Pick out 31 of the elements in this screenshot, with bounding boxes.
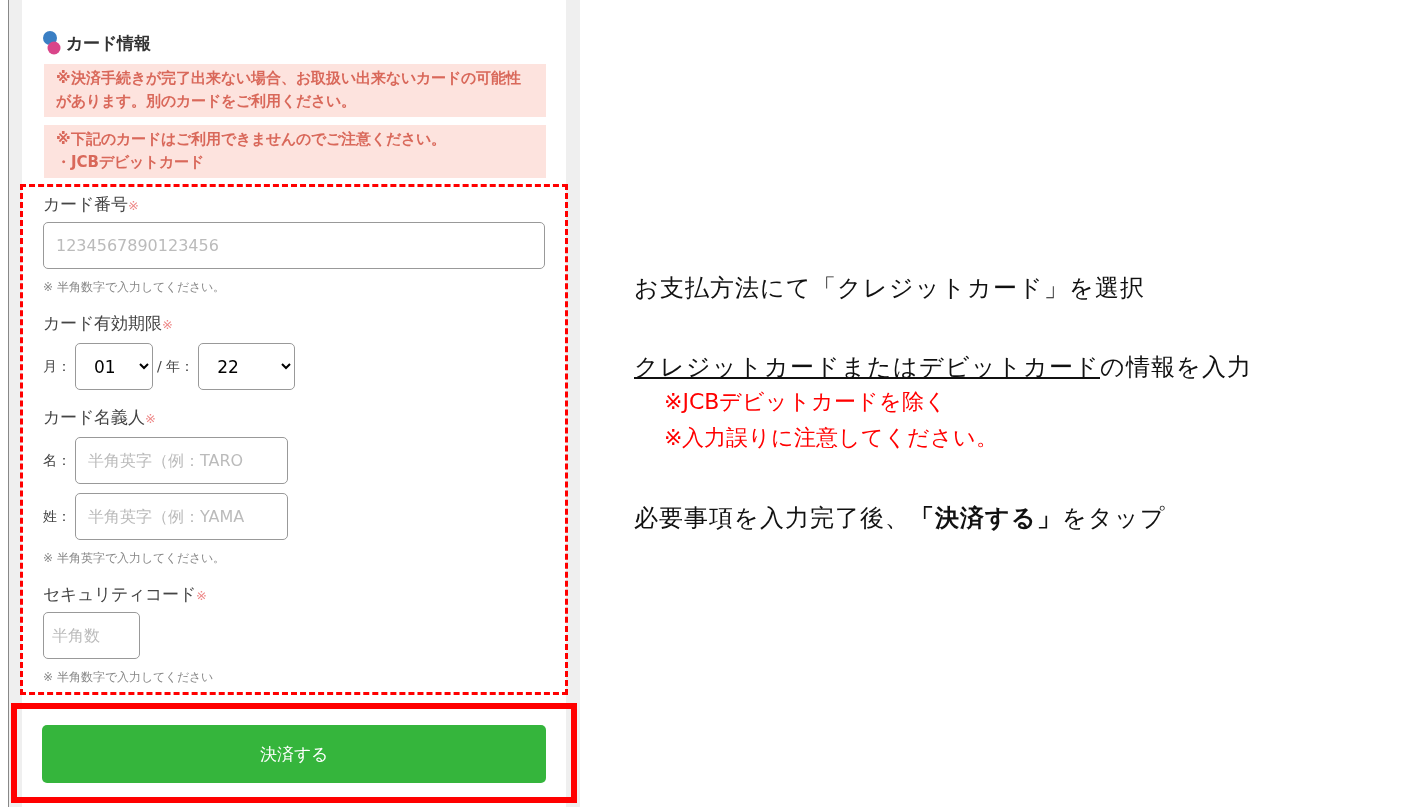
first-name-field[interactable]: 半角英字（例：TARO bbox=[75, 437, 288, 484]
required-mark: ※ bbox=[145, 411, 156, 426]
instruction-text: 必要事項を入力完了後、「決済する」をタップ bbox=[634, 504, 1166, 532]
last-name-label: 姓： bbox=[43, 507, 71, 526]
year-select[interactable]: 22 bbox=[198, 343, 296, 390]
month-select[interactable]: 01 bbox=[75, 343, 153, 390]
dots-icon bbox=[42, 30, 62, 56]
caution-note: ※入力誤りに注意してください。 bbox=[663, 424, 1000, 452]
field-label: セキュリティコード bbox=[43, 584, 196, 604]
field-label: カード有効期限 bbox=[43, 313, 162, 333]
first-name-label: 名： bbox=[43, 451, 71, 470]
warning-text: ・JCBデビットカード bbox=[56, 152, 206, 173]
last-name-field[interactable]: 半角英字（例：YAMA bbox=[75, 493, 288, 540]
card-number-field[interactable]: 1234567890123456 bbox=[43, 222, 545, 269]
security-code-field[interactable]: 半角数 bbox=[43, 612, 140, 659]
hint-text: ※ 半角英字で入力してください。 bbox=[43, 550, 226, 567]
instruction-text: お支払方法にて「クレジットカード」を選択 bbox=[634, 274, 1145, 302]
required-mark: ※ bbox=[162, 317, 173, 332]
warning-text: ※決済手続きが完了出来ない場合、お取扱い出来ないカードの可能性があります。別のカードをご利用ください。 bbox=[56, 68, 522, 112]
field-label: カード名義人 bbox=[43, 407, 145, 427]
hint-text: ※ 半角数字で入力してください。 bbox=[43, 279, 226, 296]
required-mark: ※ bbox=[196, 588, 207, 603]
month-label: 月： bbox=[43, 357, 71, 376]
caution-note: ※JCBデビットカードを除く bbox=[663, 388, 949, 416]
instruction-text: クレジットカードまたはデビットカード の情報を入力 bbox=[634, 352, 1252, 383]
required-mark: ※ bbox=[128, 198, 139, 213]
year-label: / 年： bbox=[157, 357, 195, 376]
hint-text: ※ 半角数字で入力してください bbox=[43, 669, 214, 686]
warning-text: ※下記のカードはご利用できませんのでご注意ください。 bbox=[56, 129, 447, 150]
field-label: カード番号 bbox=[43, 194, 128, 214]
section-heading: カード情報 bbox=[66, 31, 151, 55]
